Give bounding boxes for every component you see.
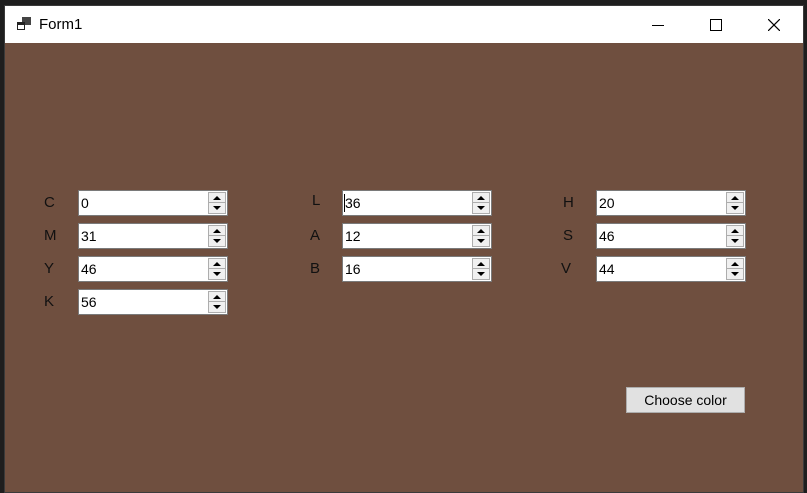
label-k: K — [44, 293, 55, 310]
spinner-m[interactable]: 31 — [78, 223, 228, 249]
app-icon — [17, 17, 31, 30]
arrow-up-icon — [213, 261, 221, 266]
arrow-down-icon — [213, 272, 221, 276]
arrow-down-icon — [213, 305, 221, 309]
arrow-down-icon — [213, 206, 221, 210]
value-v[interactable]: 44 — [599, 261, 615, 277]
spinner-c[interactable]: 0 — [78, 190, 228, 216]
spinner-k[interactable]: 56 — [78, 289, 228, 315]
maximize-button[interactable] — [687, 6, 745, 43]
spin-up-button[interactable] — [472, 258, 490, 269]
spin-up-button[interactable] — [472, 192, 490, 203]
arrow-down-icon — [477, 206, 485, 210]
value-a[interactable]: 12 — [345, 228, 361, 244]
arrow-up-icon — [731, 228, 739, 233]
arrow-up-icon — [213, 195, 221, 200]
spin-down-button[interactable] — [726, 269, 744, 280]
arrow-down-icon — [477, 272, 485, 276]
label-h: H — [563, 194, 574, 211]
spinner-s[interactable]: 46 — [596, 223, 746, 249]
arrow-down-icon — [731, 239, 739, 243]
label-s: S — [563, 227, 574, 244]
value-b[interactable]: 16 — [345, 261, 361, 277]
spin-down-button[interactable] — [208, 236, 226, 247]
spin-down-button[interactable] — [208, 302, 226, 313]
label-b: B — [310, 260, 321, 277]
spin-down-button[interactable] — [726, 203, 744, 214]
label-a: A — [310, 227, 321, 244]
value-l[interactable]: 36 — [345, 195, 361, 211]
spinner-b[interactable]: 16 — [342, 256, 492, 282]
spin-up-button[interactable] — [472, 225, 490, 236]
label-y: Y — [44, 260, 55, 277]
value-m[interactable]: 31 — [81, 228, 97, 244]
label-m: M — [44, 227, 57, 244]
value-k[interactable]: 56 — [81, 294, 97, 310]
spin-down-button[interactable] — [472, 269, 490, 280]
label-l: L — [312, 192, 321, 209]
form-window: Form1 C 0 M 31 Y 46 K 56 L 36 A 12 B 16 … — [4, 5, 804, 493]
spin-down-button[interactable] — [208, 203, 226, 214]
arrow-up-icon — [477, 261, 485, 266]
spin-up-button[interactable] — [208, 225, 226, 236]
spin-up-button[interactable] — [208, 192, 226, 203]
spin-up-button[interactable] — [726, 225, 744, 236]
spin-down-button[interactable] — [726, 236, 744, 247]
value-c[interactable]: 0 — [81, 195, 89, 211]
minimize-icon — [652, 24, 664, 26]
arrow-up-icon — [477, 228, 485, 233]
value-h[interactable]: 20 — [599, 195, 615, 211]
spinner-l[interactable]: 36 — [342, 190, 492, 216]
spin-down-button[interactable] — [472, 203, 490, 214]
arrow-up-icon — [477, 195, 485, 200]
value-y[interactable]: 46 — [81, 261, 97, 277]
spinner-h[interactable]: 20 — [596, 190, 746, 216]
spinner-a[interactable]: 12 — [342, 223, 492, 249]
window-title: Form1 — [39, 16, 83, 33]
maximize-icon — [710, 18, 722, 31]
arrow-up-icon — [731, 261, 739, 266]
arrow-up-icon — [213, 294, 221, 299]
spin-up-button[interactable] — [208, 291, 226, 302]
close-icon — [768, 18, 780, 31]
minimize-button[interactable] — [629, 6, 687, 43]
choose-color-button[interactable]: Choose color — [626, 387, 745, 413]
label-v: V — [561, 260, 572, 277]
spin-up-button[interactable] — [726, 258, 744, 269]
spin-up-button[interactable] — [726, 192, 744, 203]
spin-down-button[interactable] — [472, 236, 490, 247]
arrow-up-icon — [731, 195, 739, 200]
arrow-down-icon — [731, 206, 739, 210]
spinner-y[interactable]: 46 — [78, 256, 228, 282]
spin-down-button[interactable] — [208, 269, 226, 280]
arrow-down-icon — [477, 239, 485, 243]
title-bar[interactable]: Form1 — [5, 6, 803, 43]
arrow-down-icon — [213, 239, 221, 243]
spin-up-button[interactable] — [208, 258, 226, 269]
close-button[interactable] — [745, 6, 803, 43]
label-c: C — [44, 194, 55, 211]
arrow-up-icon — [213, 228, 221, 233]
value-s[interactable]: 46 — [599, 228, 615, 244]
arrow-down-icon — [731, 272, 739, 276]
spinner-v[interactable]: 44 — [596, 256, 746, 282]
